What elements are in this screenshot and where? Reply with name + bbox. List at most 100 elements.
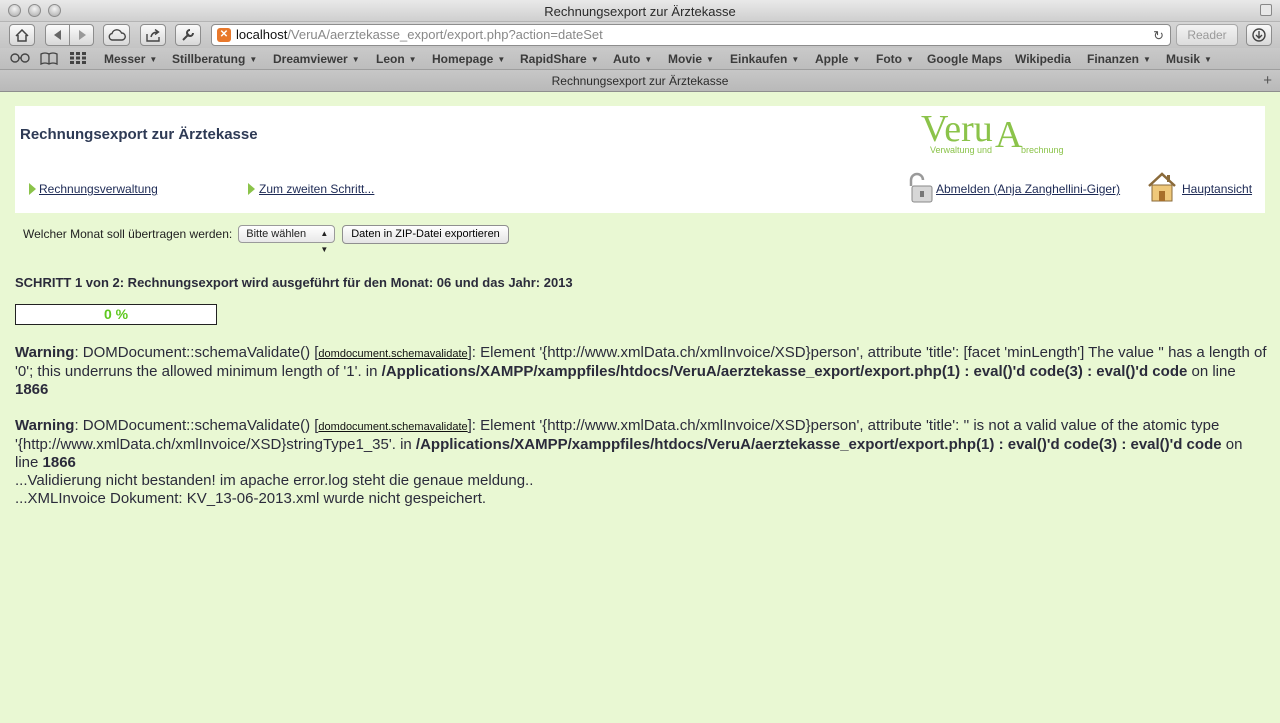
logo-subtext: Verwaltung und (930, 145, 993, 155)
unlock-icon[interactable] (906, 172, 934, 209)
url-path: /VeruA/aerztekasse_export/export.php?act… (287, 27, 603, 42)
bookmark-label: Messer (104, 52, 146, 66)
new-tab-icon[interactable]: + (1263, 72, 1272, 89)
share-button[interactable] (140, 24, 166, 46)
chevron-down-icon: ▼ (791, 55, 800, 64)
main-view-link[interactable]: Hauptansicht (1182, 182, 1252, 196)
chevron-down-icon: ▼ (497, 55, 506, 64)
back-button[interactable] (45, 24, 70, 46)
warning-line-number: 1866 (42, 454, 76, 471)
tab-active[interactable]: Rechnungsexport zur Ärztekasse (0, 74, 1280, 88)
top-sites-grid-icon[interactable] (70, 52, 86, 67)
back-arrow-icon (53, 30, 61, 40)
bookmark-label: Einkaufen (730, 52, 788, 66)
chevron-down-icon: ▼ (408, 55, 417, 64)
chevron-down-icon: ▼ (906, 55, 914, 64)
warning-message: Warning: DOMDocument::schemaValidate() [… (15, 417, 1267, 472)
month-label: Welcher Monat soll übertragen werden: (23, 227, 233, 241)
chevron-down-icon: ▼ (1204, 55, 1212, 64)
rechnungsverwaltung-link[interactable]: Rechnungsverwaltung (39, 182, 158, 196)
bookmark-stillberatung[interactable]: Stillberatung ▼ (172, 52, 257, 66)
bookmark-label: RapidShare (520, 52, 587, 66)
wrench-icon (182, 29, 194, 41)
chevron-down-icon: ▼ (644, 55, 653, 64)
bookmark-homepage[interactable]: Homepage ▼ (432, 52, 505, 66)
bookmark-leon[interactable]: Leon ▼ (376, 52, 417, 66)
icloud-tabs-button[interactable] (103, 24, 130, 46)
tab-bar: Rechnungsexport zur Ärztekasse + (0, 70, 1280, 92)
month-form: Welcher Monat soll übertragen werden: Bi… (23, 224, 509, 254)
reload-icon[interactable]: ↻ (1153, 26, 1164, 45)
bookmark-dreamviewer[interactable]: Dreamviewer ▼ (273, 52, 360, 66)
home-button[interactable] (9, 24, 35, 46)
logo-subtext: brechnung (1021, 145, 1064, 155)
bookmark-label: Apple (815, 52, 849, 66)
bookmark-label: Musik (1166, 52, 1201, 66)
arrow-right-icon (248, 183, 255, 195)
doc-link[interactable]: domdocument.schemavalidate (318, 421, 467, 433)
window-title: Rechnungsexport zur Ärztekasse (544, 4, 736, 19)
forward-arrow-icon (78, 30, 86, 40)
home-icon (15, 28, 29, 42)
logout-link[interactable]: Abmelden (Anja Zanghellini-Giger) (936, 182, 1120, 196)
verua-logo: Veru A Verwaltung und brechnung (921, 108, 1081, 156)
bookmark-wikipedia[interactable]: Wikipedia (1015, 52, 1071, 66)
warning-line-number: 1866 (15, 381, 49, 398)
bookmarks-book-icon[interactable] (40, 52, 58, 68)
warning-label: Warning (15, 344, 75, 361)
forward-button[interactable] (69, 24, 94, 46)
address-bar[interactable]: ✕ localhost/VeruA/aerztekasse_export/exp… (211, 24, 1171, 46)
bookmark-einkaufen[interactable]: Einkaufen ▼ (730, 52, 799, 66)
bookmark-auto[interactable]: Auto ▼ (613, 52, 652, 66)
reading-list-icon[interactable] (10, 52, 30, 67)
chevron-down-icon: ▼ (590, 55, 599, 64)
bookmark-finanzen[interactable]: Finanzen ▼ (1087, 52, 1151, 66)
bookmark-messer[interactable]: Messer ▼ (104, 52, 157, 66)
home-icon[interactable] (1147, 171, 1177, 208)
settings-button[interactable] (175, 24, 201, 46)
bookmark-label: Foto (876, 52, 902, 66)
url-host: localhost (236, 27, 288, 42)
downloads-button[interactable] (1246, 24, 1272, 46)
step-status-text: SCHRITT 1 von 2: Rechnungsexport wird au… (15, 275, 573, 290)
chevron-down-icon: ▼ (706, 55, 714, 64)
window-titlebar: Rechnungsexport zur Ärztekasse (0, 0, 1280, 22)
bookmark-apple[interactable]: Apple ▼ (815, 52, 860, 66)
logo-text: A (995, 114, 1023, 156)
validation-message: ...Validierung nicht bestanden! im apach… (15, 472, 534, 489)
bookmark-label: Google Maps (927, 52, 1003, 66)
doc-link[interactable]: domdocument.schemavalidate (318, 348, 467, 360)
warning-path: /Applications/XAMPP/xamppfiles/htdocs/Ve… (415, 436, 1222, 453)
warning-on-line: on line (1187, 363, 1236, 380)
progress-bar: 0 % (15, 304, 217, 325)
chevron-down-icon: ▼ (351, 55, 360, 64)
bookmark-rapidshare[interactable]: RapidShare ▼ (520, 52, 599, 66)
fullscreen-icon[interactable] (1260, 4, 1272, 16)
bookmarks-bar: Messer ▼ Stillberatung ▼ Dreamviewer ▼ Leon… (0, 48, 1280, 70)
cloud-icon (108, 29, 126, 41)
bookmark-label: Leon (376, 52, 405, 66)
warning-label: Warning (15, 417, 75, 434)
reader-button[interactable]: Reader (1176, 24, 1238, 46)
bookmark-foto[interactable]: Foto ▼ (876, 52, 914, 66)
export-zip-button[interactable]: Daten in ZIP-Datei exportieren (342, 224, 509, 244)
bookmark-label: Stillberatung (172, 52, 246, 66)
xampp-favicon-icon: ✕ (217, 28, 231, 42)
chevron-down-icon: ▼ (852, 55, 861, 64)
select-arrows-icon: ▲ ▼ (320, 229, 329, 254)
chevron-down-icon: ▼ (149, 55, 158, 64)
arrow-right-icon (29, 183, 36, 195)
share-icon (145, 28, 160, 42)
download-icon (1252, 28, 1266, 42)
warning-function: : DOMDocument::schemaValidate() [ (74, 417, 319, 434)
bookmark-google-maps[interactable]: Google Maps (927, 52, 1002, 66)
logo-text: Veru (921, 108, 993, 150)
next-step-link[interactable]: Zum zweiten Schritt... (259, 182, 374, 196)
bookmark-label: Dreamviewer (273, 52, 348, 66)
progress-label: 0 % (103, 306, 129, 322)
bookmark-musik[interactable]: Musik ▼ (1166, 52, 1212, 66)
bookmark-movie[interactable]: Movie ▼ (668, 52, 714, 66)
browser-toolbar: ✕ localhost/VeruA/aerztekasse_export/exp… (0, 22, 1280, 48)
month-select[interactable]: Bitte wählen ▲ ▼ (238, 225, 336, 254)
warning-message: Warning: DOMDocument::schemaValidate() [… (15, 344, 1267, 399)
